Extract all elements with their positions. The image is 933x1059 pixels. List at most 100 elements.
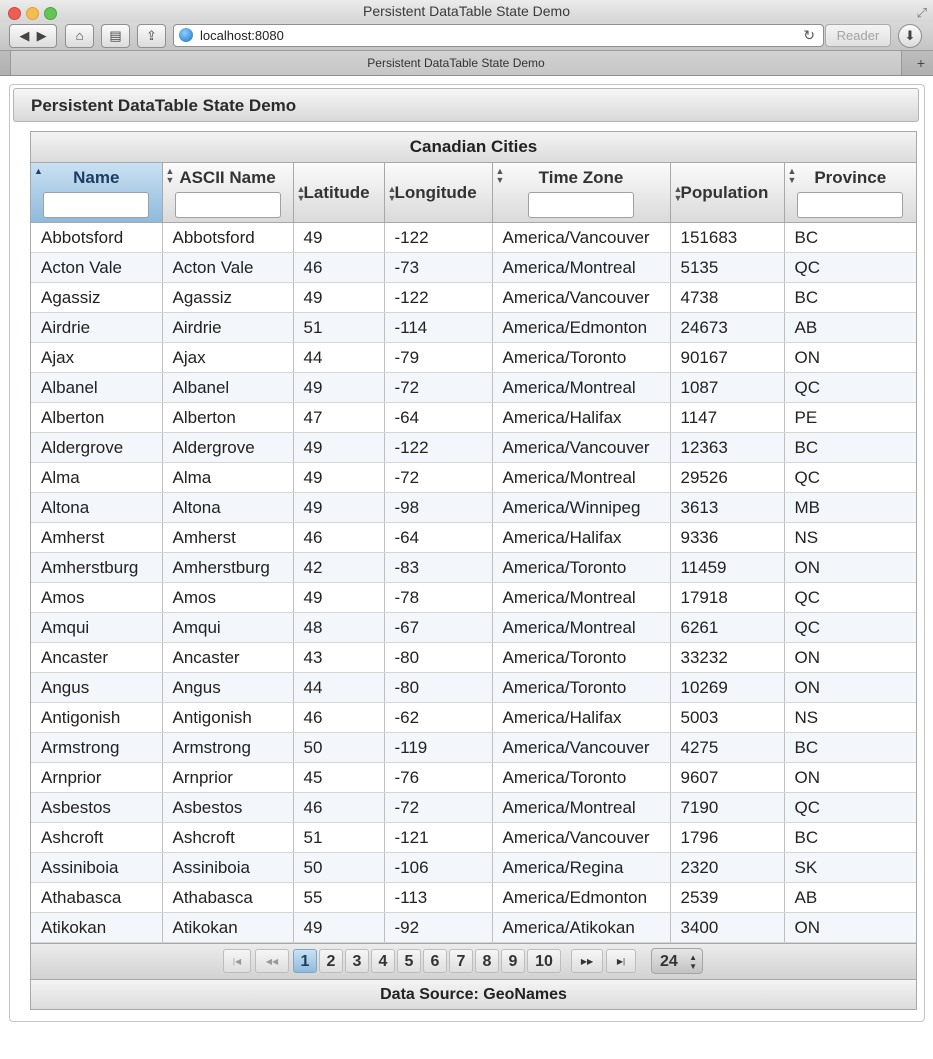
last-page-button[interactable]: ▶| <box>606 949 636 973</box>
first-page-button[interactable]: |◀ <box>223 949 251 973</box>
table-cell: QC <box>784 372 916 403</box>
table-row[interactable]: Amherst Amherst 46 -64 America/Halifax 9336 NS <box>31 522 916 553</box>
sort-icon[interactable]: ▲ ▼ <box>388 185 397 203</box>
table-row[interactable]: Ancaster Ancaster 43 -80 America/Toronto 3323… <box>31 642 916 673</box>
table-row[interactable]: Alma Alma 49 -72 America/Montreal 29526 QC <box>31 462 916 493</box>
table-row[interactable]: Ajax Ajax 44 -79 America/Toronto 90167 ON <box>31 342 916 373</box>
table-cell: America/Edmonton <box>492 312 671 343</box>
book-icon: ▤ <box>109 28 122 43</box>
page-button-10[interactable]: 10 <box>527 949 561 973</box>
url-text[interactable]: localhost:8080 <box>200 25 284 46</box>
new-tab-icon[interactable]: + <box>917 51 925 75</box>
table-cell: Armstrong <box>162 732 294 763</box>
page-button-3[interactable]: 3 <box>345 949 369 973</box>
time-zone-filter-input[interactable] <box>528 191 634 218</box>
table-row[interactable]: Albanel Albanel 49 -72 America/Montreal 1087 Q… <box>31 372 916 403</box>
back-forward-buttons[interactable]: ◀ ▶ <box>9 24 57 48</box>
address-bar[interactable]: localhost:8080 ↻ <box>173 24 824 47</box>
table-cell: 4738 <box>670 282 785 313</box>
table-row[interactable]: Assiniboia Assiniboia 50 -106 America/Regina… <box>31 852 916 883</box>
share-button[interactable]: ⇪ <box>137 24 166 48</box>
sort-icon[interactable]: ▲ ▼ <box>674 185 683 203</box>
province-filter-input[interactable] <box>797 191 904 218</box>
reload-icon[interactable]: ↻ <box>803 25 815 46</box>
table-row[interactable]: Athabasca Athabasca 55 -113 America/Edmonton… <box>31 882 916 913</box>
table-row[interactable]: Armstrong Armstrong 50 -119 America/Vancouve… <box>31 732 916 763</box>
table-cell: America/Winnipeg <box>492 492 671 523</box>
table-row[interactable]: Amqui Amqui 48 -67 America/Montreal 6261 QC <box>31 612 916 643</box>
table-cell: AB <box>784 882 916 913</box>
minimize-window-button[interactable] <box>26 7 39 20</box>
table-cell: MB <box>784 492 916 523</box>
browser-tab[interactable]: Persistent DataTable State Demo <box>10 51 902 75</box>
table-cell: Amherstburg <box>31 552 163 583</box>
table-cell: ON <box>784 642 916 673</box>
downloads-button[interactable]: ⬇ <box>898 24 922 48</box>
table-cell: Alberton <box>162 402 294 433</box>
table-cell: -80 <box>384 642 493 673</box>
table-row[interactable]: Angus Angus 44 -80 America/Toronto 10269 ON <box>31 672 916 703</box>
table-cell: 45 <box>293 762 385 793</box>
fullscreen-icon[interactable]: ⤢ <box>917 2 927 24</box>
table-row[interactable]: Atikokan Atikokan 49 -92 America/Atikokan 340… <box>31 912 916 943</box>
page-button-1[interactable]: 1 <box>293 949 317 973</box>
table-row[interactable]: Ashcroft Ashcroft 51 -121 America/Vancouver 1… <box>31 822 916 853</box>
table-cell: PE <box>784 402 916 433</box>
column-header-population[interactable]: ▲ ▼ Population <box>670 163 785 223</box>
rows-per-page-select[interactable]: 24 ▲ ▼ <box>651 948 703 974</box>
reader-button[interactable]: Reader <box>825 24 891 47</box>
page-button-8[interactable]: 8 <box>475 949 499 973</box>
table-cell: Amqui <box>162 612 294 643</box>
table-row[interactable]: Asbestos Asbestos 46 -72 America/Montreal 719… <box>31 792 916 823</box>
sort-icon[interactable]: ▲ ▼ <box>297 185 306 203</box>
column-header-time-zone[interactable]: ▲ ▼ Time Zone <box>492 163 671 223</box>
page-button-9[interactable]: 9 <box>501 949 525 973</box>
page-button-6[interactable]: 6 <box>423 949 447 973</box>
bookmarks-button[interactable]: ▤ <box>101 24 130 48</box>
table-cell: Antigonish <box>162 702 294 733</box>
page-button-5[interactable]: 5 <box>397 949 421 973</box>
table-cell: 90167 <box>670 342 785 373</box>
sort-icon[interactable]: ▲ ▼ <box>788 167 797 185</box>
table-cell: Airdrie <box>31 312 163 343</box>
back-arrow-icon[interactable]: ◀ <box>19 28 29 43</box>
zoom-window-button[interactable] <box>44 7 57 20</box>
table-cell: Asbestos <box>31 792 163 823</box>
table-row[interactable]: Alberton Alberton 47 -64 America/Halifax 1147… <box>31 402 916 433</box>
table-cell: 11459 <box>670 552 785 583</box>
previous-page-button[interactable]: ◀◀ <box>255 949 289 973</box>
table-row[interactable]: Aldergrove Aldergrove 49 -122 America/Vancou… <box>31 432 916 463</box>
page-button-4[interactable]: 4 <box>371 949 395 973</box>
table-row[interactable]: Acton Vale Acton Vale 46 -73 America/Montrea… <box>31 252 916 283</box>
table-row[interactable]: Amherstburg Amherstburg 42 -83 America/Toron… <box>31 552 916 583</box>
table-cell: America/Toronto <box>492 762 671 793</box>
sort-icon[interactable]: ▲ ▼ <box>166 167 175 185</box>
column-header-name[interactable]: ▲ Name <box>31 163 163 223</box>
table-row[interactable]: Altona Altona 49 -98 America/Winnipeg 3613 MB <box>31 492 916 523</box>
column-header-longitude[interactable]: ▲ ▼ Longitude <box>384 163 493 223</box>
page-button-7[interactable]: 7 <box>449 949 473 973</box>
table-cell: 151683 <box>670 222 785 253</box>
sort-icon[interactable]: ▲ ▼ <box>496 167 505 185</box>
table-row[interactable]: Agassiz Agassiz 49 -122 America/Vancouver 473… <box>31 282 916 313</box>
table-row[interactable]: Abbotsford Abbotsford 49 -122 America/Vancou… <box>31 222 916 253</box>
column-header-ascii-name[interactable]: ▲ ▼ ASCII Name <box>162 163 294 223</box>
table-cell: 1796 <box>670 822 785 853</box>
table-cell: Altona <box>31 492 163 523</box>
forward-arrow-icon[interactable]: ▶ <box>37 28 47 43</box>
sort-ascending-icon[interactable]: ▲ <box>34 167 43 176</box>
home-button[interactable]: ⌂ <box>65 24 94 48</box>
close-window-button[interactable] <box>8 7 21 20</box>
table-row[interactable]: Airdrie Airdrie 51 -114 America/Edmonton 2467… <box>31 312 916 343</box>
column-header-latitude[interactable]: ▲ ▼ Latitude <box>293 163 385 223</box>
column-label: ASCII Name <box>179 167 276 187</box>
page-button-2[interactable]: 2 <box>319 949 343 973</box>
name-filter-input[interactable] <box>43 191 150 218</box>
table-row[interactable]: Amos Amos 49 -78 America/Montreal 17918 QC <box>31 582 916 613</box>
table-row[interactable]: Arnprior Arnprior 45 -76 America/Toronto 9607… <box>31 762 916 793</box>
next-page-button[interactable]: ▶▶ <box>571 949 603 973</box>
column-header-province[interactable]: ▲ ▼ Province <box>784 163 916 223</box>
table-cell: America/Montreal <box>492 372 671 403</box>
ascii-name-filter-input[interactable] <box>174 191 281 218</box>
table-row[interactable]: Antigonish Antigonish 46 -62 America/Halifax… <box>31 702 916 733</box>
